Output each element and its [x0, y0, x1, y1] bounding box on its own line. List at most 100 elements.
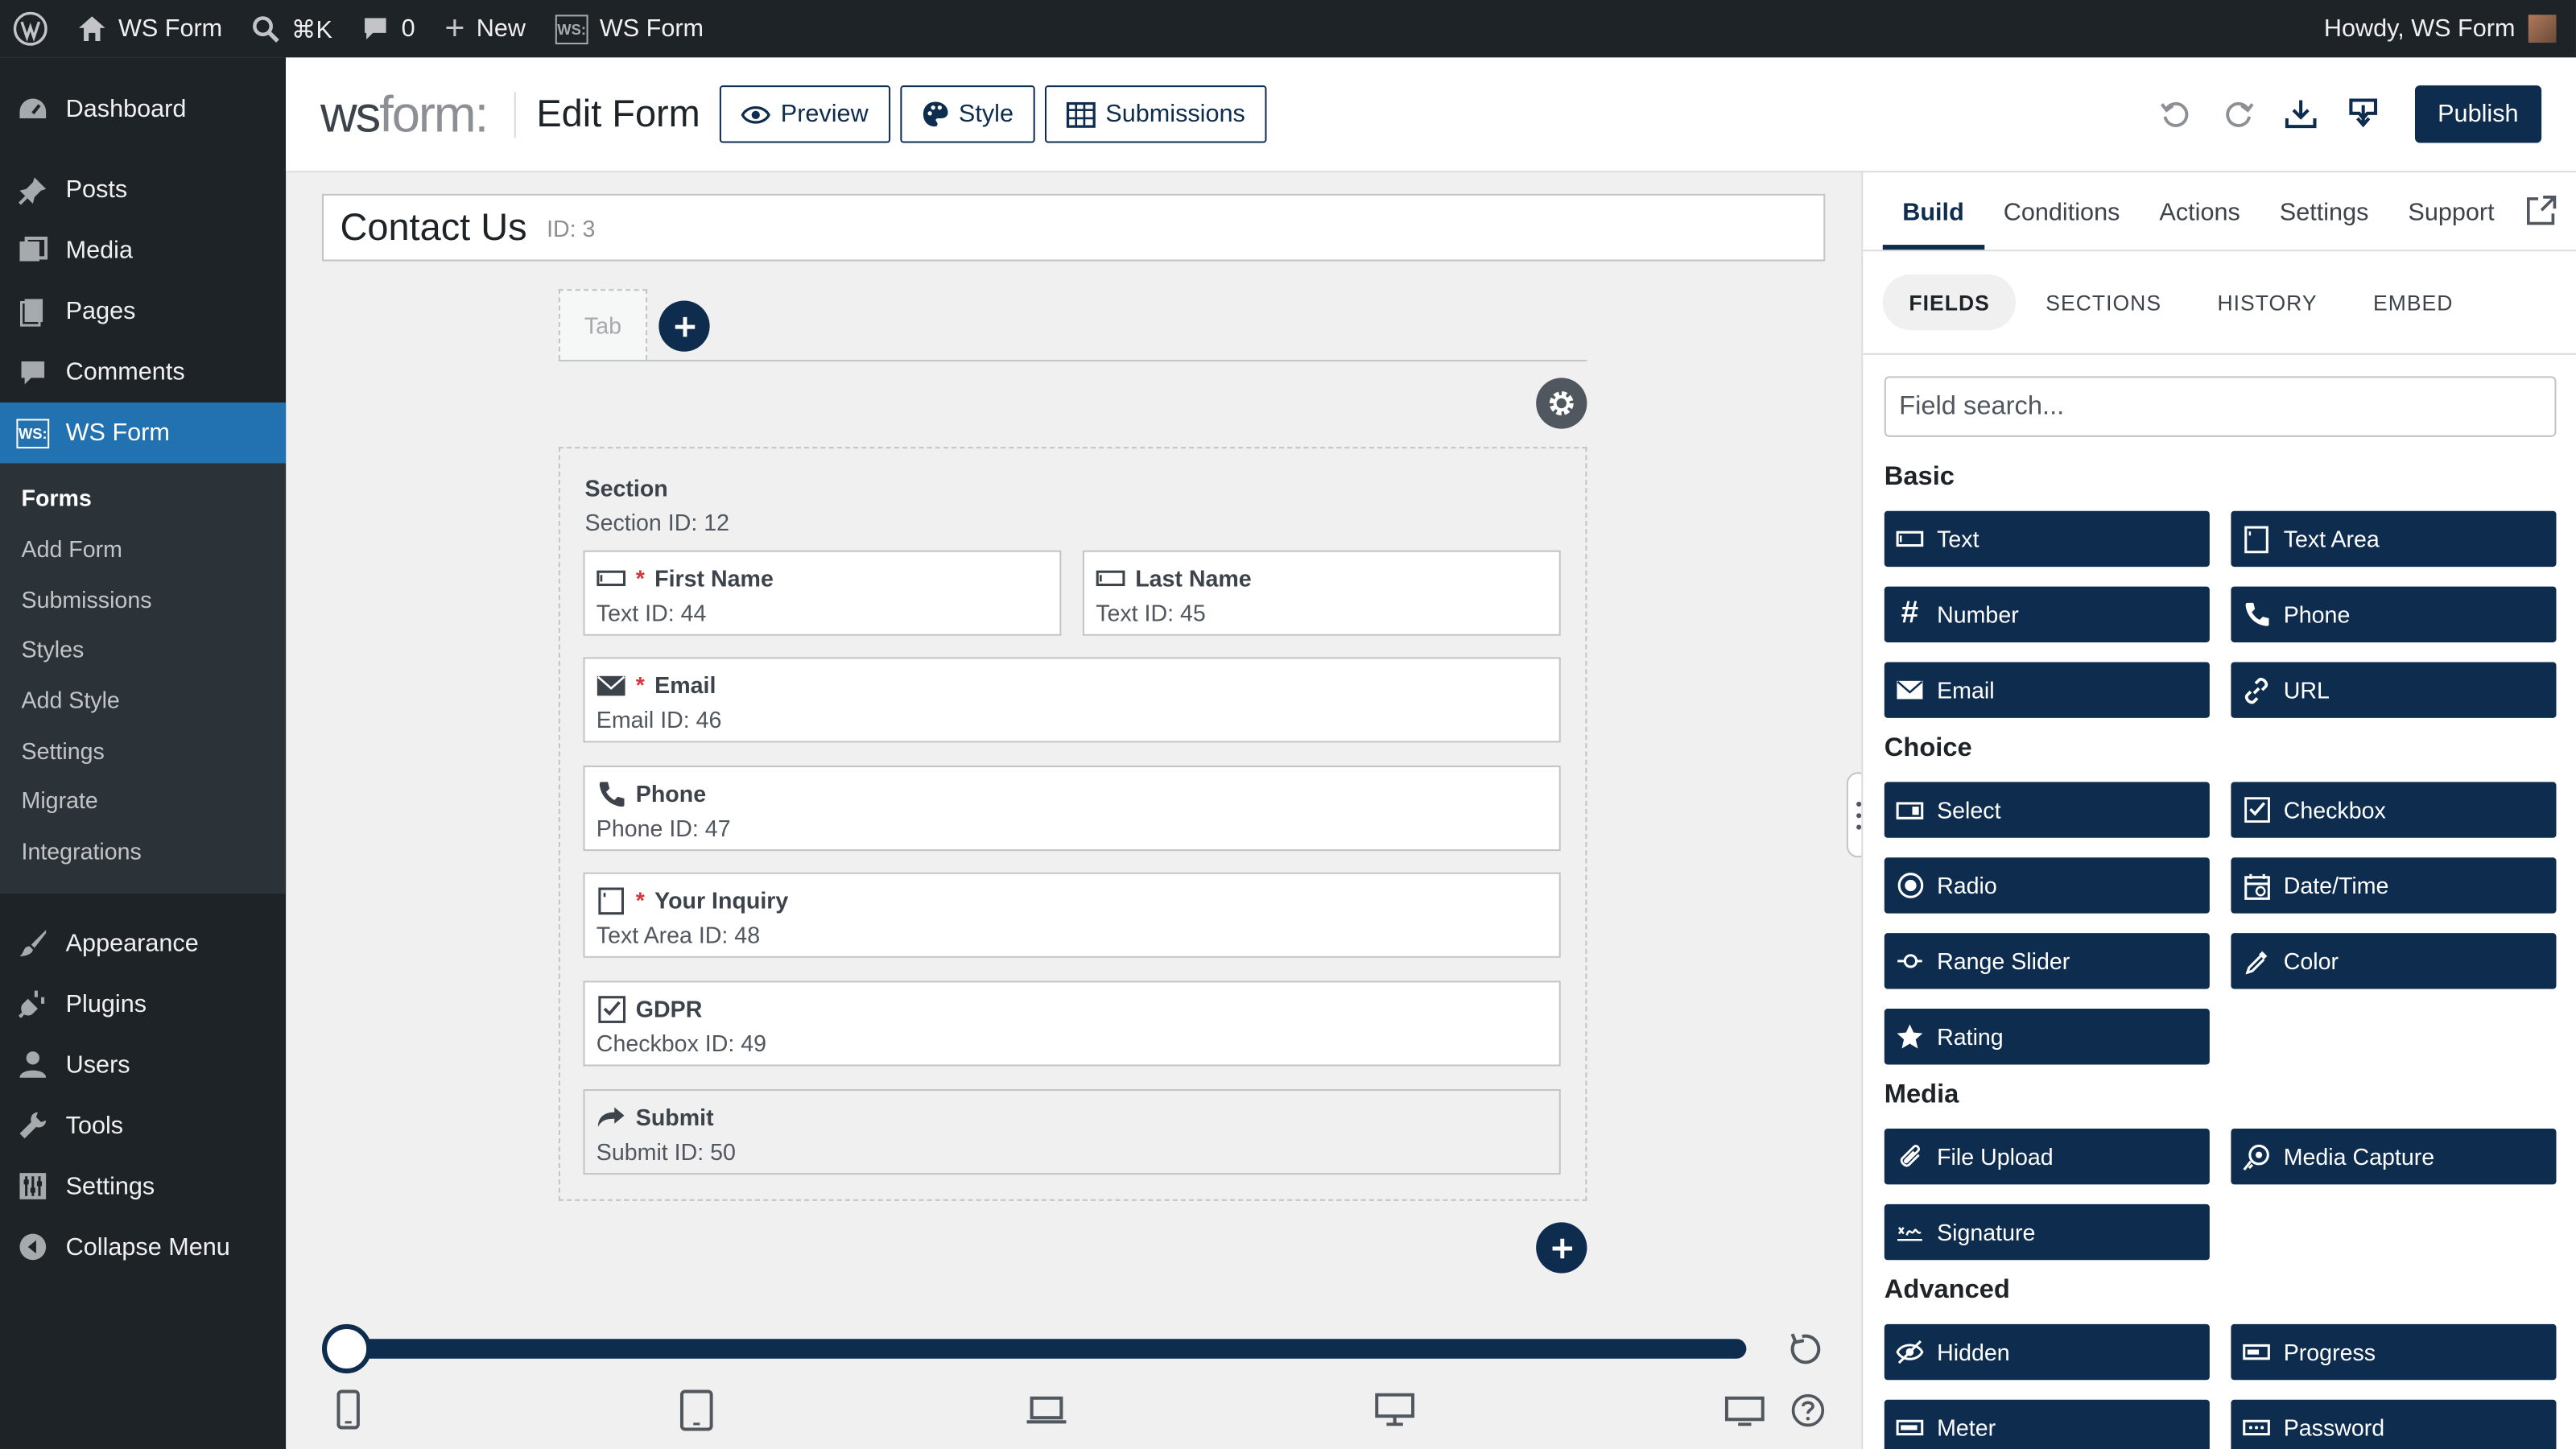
redo-icon[interactable]: [2223, 98, 2254, 130]
new-content-link[interactable]: + New: [430, 0, 540, 57]
text-icon: [1096, 565, 1125, 592]
tab-build[interactable]: Build: [1882, 172, 1984, 250]
field-button-text[interactable]: Text: [1884, 510, 2210, 568]
expand-icon[interactable]: [2526, 196, 2557, 233]
hash-icon: #: [1901, 596, 1919, 631]
field-button-url[interactable]: URL: [2231, 662, 2557, 718]
submenu-settings[interactable]: Settings: [0, 725, 286, 776]
undo-icon[interactable]: [2160, 98, 2191, 130]
field-button-file-upload[interactable]: File Upload: [1884, 1129, 2210, 1185]
field-last-name[interactable]: Last Name Text ID: 45: [1082, 550, 1561, 636]
range-icon: [1896, 947, 1924, 976]
field-button-signature[interactable]: Signature: [1884, 1203, 2210, 1261]
large-display-icon[interactable]: [1724, 1396, 1765, 1435]
field-email[interactable]: * Email Email ID: 46: [583, 657, 1561, 743]
tab-conditions[interactable]: Conditions: [1984, 172, 2140, 250]
field-your-inquiry[interactable]: * Your Inquiry Text Area ID: 48: [583, 872, 1561, 958]
menu-plugins[interactable]: Plugins: [0, 973, 286, 1034]
menu-settings[interactable]: Settings: [0, 1156, 286, 1217]
tab-settings-button[interactable]: [1536, 378, 1587, 429]
laptop-icon[interactable]: [1026, 1396, 1067, 1433]
site-name-link[interactable]: WS Form: [63, 0, 237, 57]
field-button-date-time[interactable]: Date/Time: [2231, 857, 2557, 914]
field-search-input[interactable]: Field search...: [1884, 376, 2557, 437]
comments-link[interactable]: 0: [347, 0, 430, 57]
tab-actions[interactable]: Actions: [2140, 172, 2260, 250]
submenu-add-style[interactable]: Add Style: [0, 675, 286, 725]
my-account[interactable]: Howdy, WS Form: [2324, 14, 2576, 43]
submenu-migrate[interactable]: Migrate: [0, 776, 286, 827]
menu-users[interactable]: Users: [0, 1034, 286, 1096]
menu-pages[interactable]: Pages: [0, 281, 286, 342]
tablet-icon[interactable]: [679, 1389, 713, 1439]
command-palette[interactable]: ⌘K: [237, 0, 348, 57]
field-button-select[interactable]: Select: [1884, 782, 2210, 838]
field-button-checkbox[interactable]: Checkbox: [2231, 782, 2557, 838]
field-button-text-area[interactable]: Text Area: [2231, 510, 2557, 568]
field-first-name[interactable]: * First Name Text ID: 44: [583, 550, 1062, 636]
submenu-add-form[interactable]: Add Form: [0, 523, 286, 574]
submissions-label: Submissions: [1105, 100, 1245, 129]
add-tab-button[interactable]: [658, 300, 710, 352]
wsform-logo: wsform:: [320, 85, 489, 142]
subtab-fields[interactable]: FIELDS: [1882, 274, 2017, 331]
reset-breakpoint-icon[interactable]: [1787, 1331, 1823, 1375]
field-phone[interactable]: Phone Phone ID: 47: [583, 766, 1561, 852]
download-icon[interactable]: [2285, 98, 2317, 130]
submenu-forms[interactable]: Forms: [0, 473, 286, 524]
menu-appearance[interactable]: Appearance: [0, 913, 286, 974]
submenu-submissions[interactable]: Submissions: [0, 574, 286, 625]
submenu-styles[interactable]: Styles: [0, 625, 286, 675]
field-button-progress[interactable]: Progress: [2231, 1323, 2557, 1381]
style-button[interactable]: Style: [899, 85, 1035, 143]
subtab-history[interactable]: HISTORY: [2191, 275, 2343, 330]
field-button-radio[interactable]: Radio: [1884, 857, 2210, 914]
tab-settings[interactable]: Settings: [2260, 172, 2388, 250]
menu-label: Media: [65, 236, 134, 265]
import-icon[interactable]: [2347, 98, 2379, 130]
submenu-integrations[interactable]: Integrations: [0, 826, 286, 877]
mobile-icon[interactable]: [336, 1389, 360, 1438]
field-meta: Phone ID: 47: [596, 815, 731, 841]
add-section-button[interactable]: [1536, 1222, 1587, 1274]
preview-button[interactable]: Preview: [720, 85, 890, 143]
field-gdpr[interactable]: GDPR Checkbox ID: 49: [583, 980, 1561, 1067]
wsform-adminbar-link[interactable]: WS: WS Form: [540, 0, 718, 57]
menu-posts[interactable]: Posts: [0, 159, 286, 221]
wordpress-logo[interactable]: [0, 0, 63, 57]
field-button-color[interactable]: Color: [2231, 933, 2557, 989]
field-submit[interactable]: Submit Submit ID: 50: [583, 1089, 1561, 1175]
form-section[interactable]: Section Section ID: 12 * First Name Text …: [558, 447, 1587, 1201]
field-button-meter[interactable]: Meter: [1884, 1399, 2210, 1449]
menu-tools[interactable]: Tools: [0, 1095, 286, 1156]
menu-label: Plugins: [65, 989, 147, 1018]
menu-wsform[interactable]: WS: WS Form: [0, 402, 287, 464]
menu-media[interactable]: Media: [0, 220, 286, 281]
form-title[interactable]: Contact Us: [340, 205, 526, 250]
field-button-rating[interactable]: Rating: [1884, 1009, 2210, 1065]
field-button-range-slider[interactable]: Range Slider: [1884, 933, 2210, 989]
field-button-media-capture[interactable]: Media Capture: [2231, 1129, 2557, 1185]
submissions-button[interactable]: Submissions: [1044, 85, 1267, 143]
breakpoint-slider-handle[interactable]: [321, 1323, 372, 1374]
field-button-hidden[interactable]: Hidden: [1884, 1323, 2210, 1381]
desktop-icon[interactable]: [1375, 1393, 1415, 1435]
field-button-email[interactable]: Email: [1884, 662, 2210, 718]
field-button-password[interactable]: Password: [2231, 1399, 2557, 1449]
field-label: Phone: [635, 780, 707, 807]
help-icon[interactable]: [1790, 1393, 1825, 1436]
tab-item[interactable]: Tab: [558, 289, 648, 360]
menu-comments[interactable]: Comments: [0, 341, 286, 402]
breakpoint-slider-track[interactable]: [346, 1339, 1747, 1359]
menu-collapse[interactable]: Collapse Menu: [0, 1216, 286, 1278]
field-button-number[interactable]: # Number: [1884, 586, 2210, 642]
field-button-phone[interactable]: Phone: [2231, 586, 2557, 642]
tab-support[interactable]: Support: [2388, 172, 2514, 250]
form-title-field[interactable]: Contact Us ID: 3: [321, 193, 1826, 262]
menu-dashboard[interactable]: Dashboard: [0, 79, 286, 140]
subtab-sections[interactable]: SECTIONS: [2020, 275, 2188, 330]
required-marker: *: [635, 565, 645, 592]
publish-button[interactable]: Publish: [2414, 85, 2542, 143]
subtab-embed[interactable]: EMBED: [2347, 275, 2479, 330]
wrench-icon: [18, 1111, 47, 1141]
